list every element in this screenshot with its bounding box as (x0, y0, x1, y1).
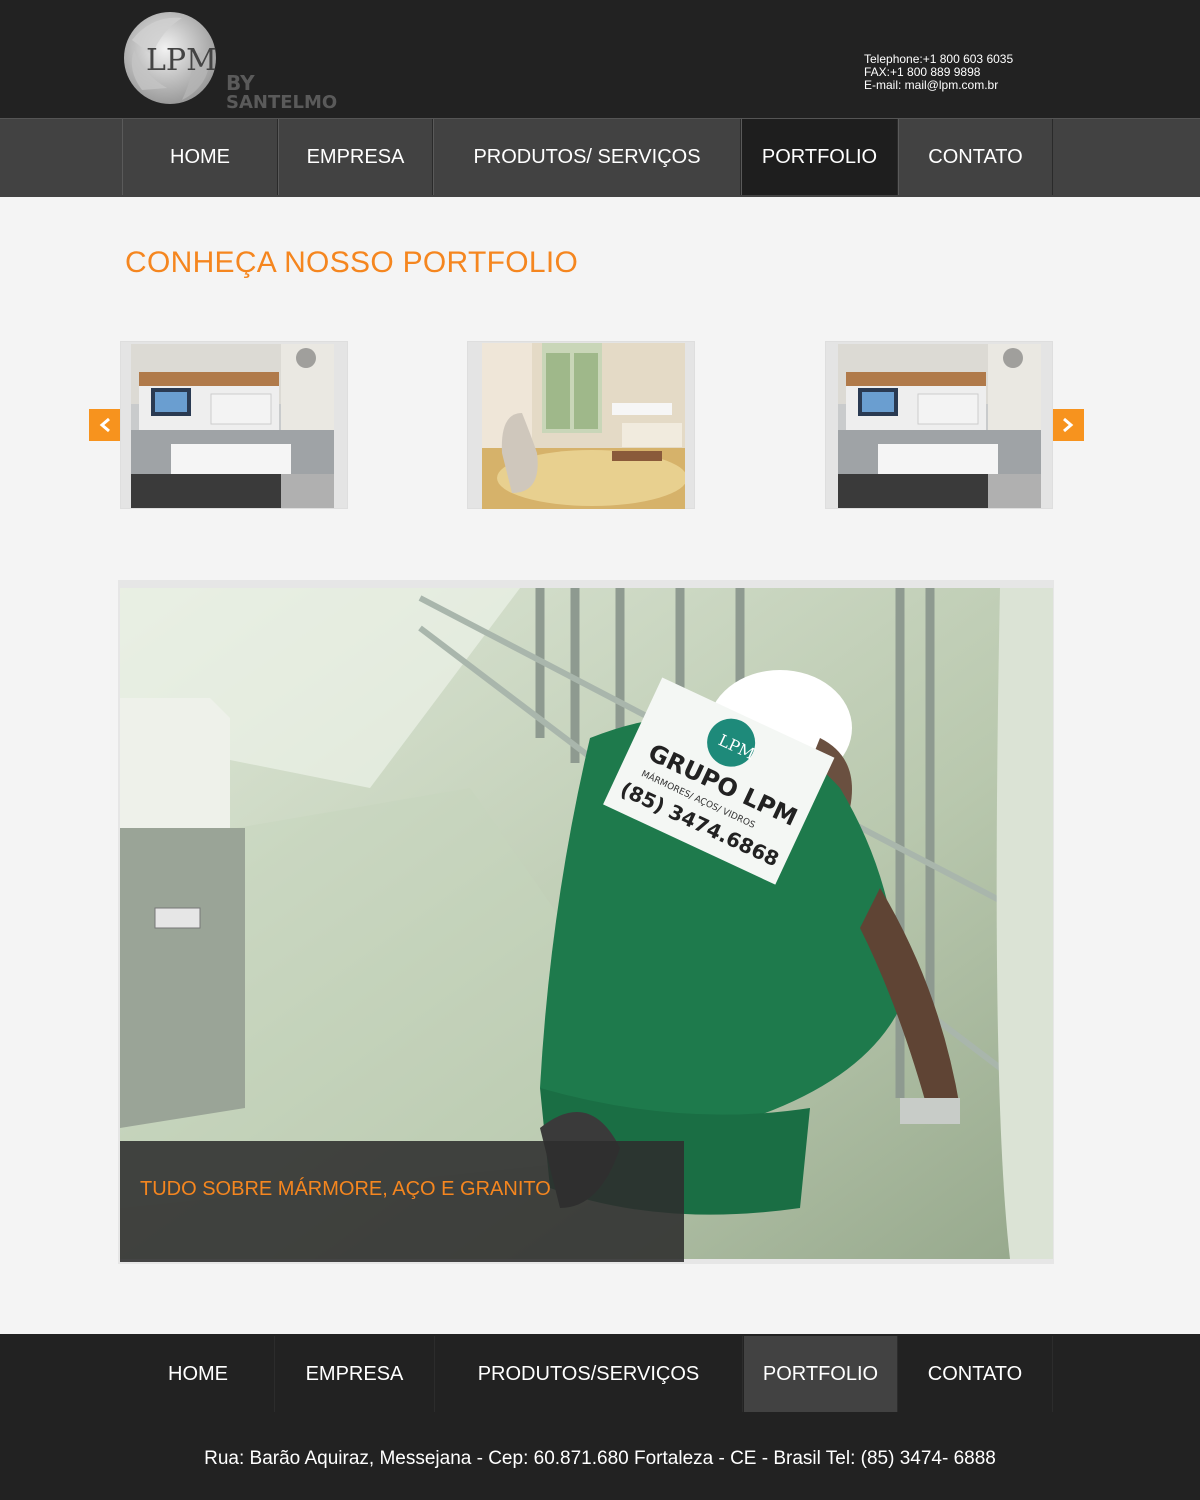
chevron-left-icon (99, 417, 110, 433)
contact-info: Telephone:+1 800 603 6035 FAX:+1 800 889… (864, 53, 1013, 92)
logo-brand-text: SANTELMO (226, 92, 337, 110)
footer-nav-item-home[interactable]: HOME (122, 1336, 275, 1412)
footer-nav-item-empresa[interactable]: EMPRESA (275, 1336, 435, 1412)
footer-address: Rua: Barão Aquiraz, Messejana - Cep: 60.… (204, 1448, 996, 1469)
chevron-right-icon (1063, 417, 1074, 433)
site-header: LPM BY SANTELMO Telephone:+1 800 603 603… (0, 0, 1200, 118)
nav-item-contato[interactable]: CONTATO (898, 119, 1053, 195)
site-logo[interactable]: LPM BY SANTELMO (122, 10, 382, 113)
carousel-next-button[interactable] (1050, 409, 1084, 441)
footer-nav-item-contato[interactable]: CONTATO (898, 1336, 1053, 1412)
carousel-prev-button[interactable] (89, 409, 123, 441)
living-room-tv-photo (838, 344, 1041, 508)
nav-item-portfolio[interactable]: PORTFOLIO (741, 119, 898, 195)
living-room-tv-photo (131, 344, 334, 508)
nav-item-home[interactable]: HOME (122, 119, 278, 195)
portfolio-thumbnail[interactable] (825, 341, 1053, 509)
nav-item-produtos-servicos[interactable]: PRODUTOS/ SERVIÇOS (433, 119, 741, 195)
portfolio-thumbnail[interactable] (120, 341, 348, 509)
living-room-chair-photo (482, 343, 685, 509)
site-footer: HOME EMPRESA PRODUTOS/SERVIÇOS PORTFOLIO… (0, 1334, 1200, 1500)
footer-nav-item-portfolio[interactable]: PORTFOLIO (744, 1336, 898, 1412)
hero-caption-box: TUDO SOBRE MÁRMORE, AÇO E GRANITO (120, 1141, 684, 1262)
hero-caption: TUDO SOBRE MÁRMORE, AÇO E GRANITO (140, 1178, 551, 1200)
main-nav: HOME EMPRESA PRODUTOS/ SERVIÇOS PORTFOLI… (0, 118, 1200, 197)
portfolio-title: CONHEÇA NOSSO PORTFOLIO (125, 246, 579, 279)
nav-item-empresa[interactable]: EMPRESA (278, 119, 433, 195)
portfolio-thumbnail[interactable] (467, 341, 695, 509)
logo-lpm-text: LPM (146, 43, 217, 78)
email-link[interactable]: E-mail: mail@lpm.com.br (864, 79, 1013, 92)
footer-nav-item-produtos-servicos[interactable]: PRODUTOS/SERVIÇOS (435, 1336, 743, 1412)
